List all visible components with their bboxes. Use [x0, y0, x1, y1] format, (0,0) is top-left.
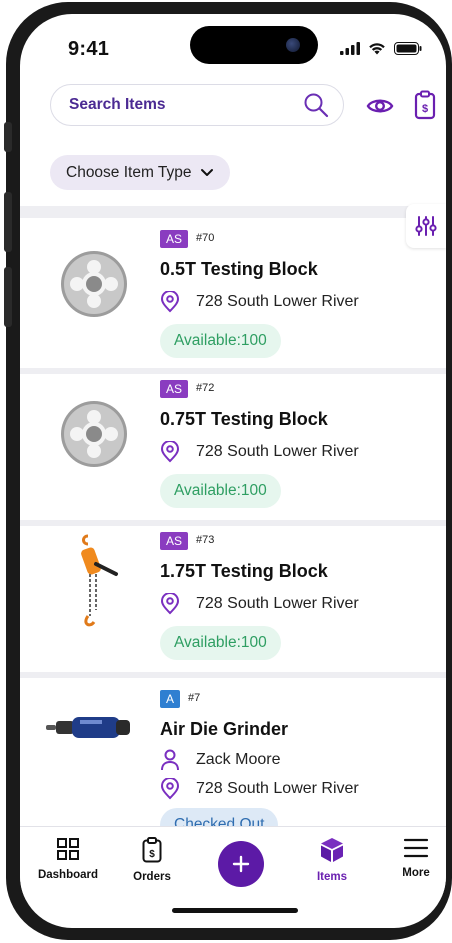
- tab-label: More: [402, 867, 430, 879]
- item-type-dropdown[interactable]: Choose Item Type: [50, 155, 230, 190]
- location-pin-icon: [160, 441, 180, 463]
- list-item[interactable]: A #7 Air Die Grinder Zack Moore 728 Sout…: [20, 678, 446, 848]
- location-pin-icon: [160, 778, 180, 800]
- item-location: 728 South Lower River: [160, 291, 359, 313]
- search-bar[interactable]: Search Items: [50, 84, 344, 126]
- wifi-icon: [369, 43, 385, 55]
- item-code: #72: [196, 382, 215, 394]
- item-title: Air Die Grinder: [160, 719, 289, 739]
- filter-settings-button[interactable]: [406, 204, 446, 248]
- dynamic-island: [190, 26, 318, 64]
- status-icons: [340, 42, 422, 55]
- item-location: 728 South Lower River: [160, 441, 359, 463]
- search-icon[interactable]: [303, 92, 329, 118]
- item-location: 728 South Lower River: [160, 593, 359, 615]
- location-pin-icon: [160, 291, 180, 313]
- camera-icon: [286, 38, 300, 52]
- item-type-badge: AS: [160, 230, 189, 248]
- plus-icon: [232, 855, 250, 873]
- item-title: 0.75T Testing Block: [160, 409, 328, 429]
- item-type-badge: AS: [160, 532, 189, 550]
- bottom-tab-bar: Dashboard $ Orders Items More: [20, 826, 446, 900]
- eye-icon[interactable]: [366, 94, 394, 118]
- mute-switch: [4, 122, 12, 152]
- sliders-icon: [415, 216, 437, 236]
- svg-text:$: $: [422, 103, 428, 115]
- dashboard-icon: [57, 838, 79, 860]
- list-item[interactable]: AS #72 0.75T Testing Block 728 South Low…: [20, 374, 446, 520]
- item-type-label: Choose Item Type: [66, 163, 192, 181]
- status-badge: Available:100: [160, 324, 281, 358]
- chain-hoist-thumbnail: [81, 534, 118, 627]
- tab-more[interactable]: More: [376, 837, 446, 879]
- item-title: 1.75T Testing Block: [160, 561, 328, 581]
- assignee-text: Zack Moore: [196, 751, 281, 768]
- tab-items[interactable]: Items: [292, 837, 372, 883]
- chevron-down-icon: [200, 168, 213, 176]
- signal-icon: [340, 42, 360, 55]
- item-type-badge: A: [160, 690, 181, 708]
- tab-dashboard[interactable]: Dashboard: [28, 837, 108, 881]
- add-button[interactable]: [218, 841, 264, 887]
- tab-orders[interactable]: $ Orders: [112, 837, 192, 883]
- search-label: Search Items: [69, 96, 166, 113]
- item-code: #70: [196, 232, 215, 244]
- item-type-badge: AS: [160, 380, 189, 398]
- person-icon: [161, 749, 179, 771]
- box-icon: [321, 838, 343, 862]
- item-location: 728 South Lower River: [160, 778, 359, 800]
- item-assignee: Zack Moore: [160, 749, 280, 771]
- location-pin-icon: [160, 593, 180, 615]
- orders-clipboard-icon: $: [142, 837, 162, 863]
- tab-label: Orders: [133, 871, 171, 883]
- item-code: #7: [188, 692, 201, 704]
- die-thumbnail: [61, 401, 127, 467]
- location-text: 728 South Lower River: [196, 443, 359, 460]
- home-indicator: [172, 908, 298, 913]
- list-item[interactable]: AS #73 1.75T Testing Block 728 South Low…: [20, 526, 446, 672]
- volume-down-button: [4, 267, 12, 327]
- status-time: 9:41: [68, 38, 110, 60]
- status-badge: Available:100: [160, 474, 281, 508]
- list-item[interactable]: AS #70 0.5T Testing Block 728 South Lowe…: [20, 218, 446, 368]
- screen: 9:41 Search Items $ Choose Item Type AS …: [20, 14, 446, 928]
- svg-text:$: $: [149, 849, 155, 860]
- phone-frame: 9:41 Search Items $ Choose Item Type AS …: [4, 2, 452, 940]
- battery-icon: [394, 42, 422, 55]
- volume-up-button: [4, 192, 12, 252]
- tab-label: Items: [316, 871, 348, 883]
- grinder-thumbnail: [46, 717, 130, 738]
- item-code: #73: [196, 534, 215, 546]
- status-badge: Available:100: [160, 626, 281, 660]
- item-title: 0.5T Testing Block: [160, 259, 318, 279]
- tab-label: Dashboard: [37, 869, 99, 881]
- menu-icon: [403, 838, 429, 858]
- location-text: 728 South Lower River: [196, 780, 359, 797]
- location-text: 728 South Lower River: [196, 595, 359, 612]
- die-thumbnail: [61, 251, 127, 317]
- clipboard-dollar-icon[interactable]: $: [414, 90, 436, 120]
- location-text: 728 South Lower River: [196, 293, 359, 310]
